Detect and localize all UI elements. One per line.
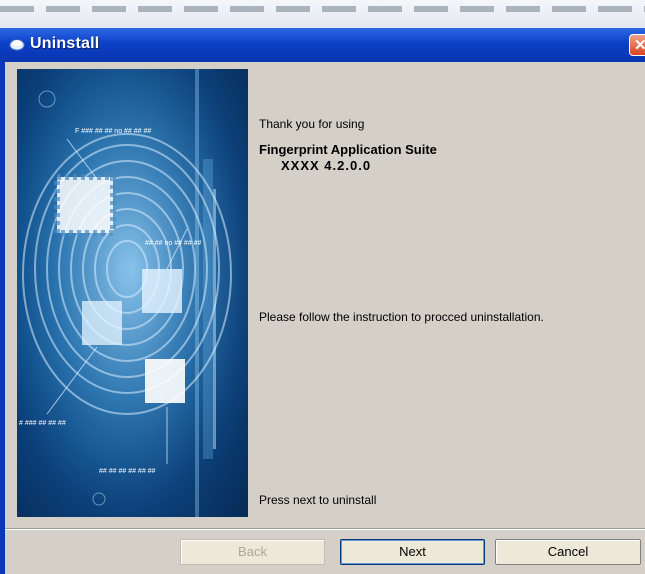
uninstall-window: Uninstall ✕ F ### ## ## no ## ## ## ## #… xyxy=(0,28,645,574)
close-button[interactable]: ✕ xyxy=(629,34,645,56)
close-icon: ✕ xyxy=(634,37,645,54)
image-label-1: F ### ## ## no ## ## ## xyxy=(75,128,151,135)
window-title: Uninstall xyxy=(30,35,100,52)
title-bar[interactable]: Uninstall ✕ xyxy=(0,28,645,62)
thank-you-text: Thank you for using xyxy=(259,117,365,131)
decorative-dashes xyxy=(0,6,645,12)
cancel-button[interactable]: Cancel xyxy=(495,539,641,565)
dialog-client-area: F ### ## ## no ## ## ## ## ## no ## ## #… xyxy=(5,62,645,574)
next-button[interactable]: Next xyxy=(340,539,485,565)
divider-highlight xyxy=(5,529,645,530)
uninstall-app-icon xyxy=(9,39,25,51)
product-name: Fingerprint Application Suite xyxy=(259,142,437,157)
image-label-2: ## ## no ## ## ## xyxy=(145,240,202,247)
press-next-text: Press next to uninstall xyxy=(259,493,377,507)
back-button[interactable]: Back xyxy=(180,539,325,565)
instruction-text: Please follow the instruction to procced… xyxy=(259,310,544,324)
product-version: XXXX 4.2.0.0 xyxy=(281,158,372,173)
fingerprint-artwork: F ### ## ## no ## ## ## ## ## no ## ## #… xyxy=(17,69,248,517)
image-label-4: ## ## ## ## ## ## xyxy=(99,468,156,475)
image-label-3: # ### ## ## ## xyxy=(19,420,66,427)
fingerprint-banner-image: F ### ## ## no ## ## ## ## ## no ## ## #… xyxy=(17,69,248,517)
